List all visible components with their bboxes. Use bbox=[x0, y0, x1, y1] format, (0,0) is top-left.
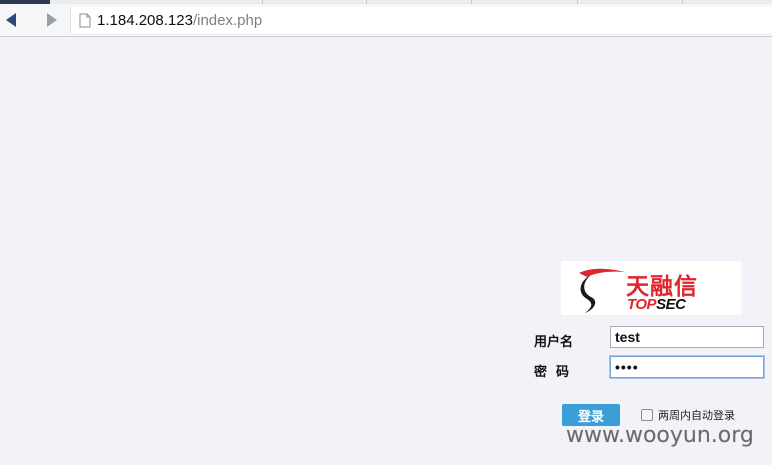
remember-checkbox[interactable] bbox=[641, 409, 653, 421]
url-text[interactable]: 1.184.208.123/index.php bbox=[97, 12, 262, 29]
watermark-text: www.wooyun.org bbox=[566, 423, 754, 448]
back-arrow-icon bbox=[6, 13, 16, 27]
url-host: 1.184.208.123 bbox=[97, 11, 193, 29]
forward-button[interactable] bbox=[42, 11, 62, 29]
page-viewport bbox=[0, 37, 772, 465]
page-icon bbox=[79, 13, 91, 27]
username-label: 用户名 bbox=[534, 335, 574, 350]
logo-english-text: TOPSEC bbox=[627, 296, 686, 313]
back-button[interactable] bbox=[1, 11, 21, 29]
browser-toolbar: 1.184.208.123/index.php bbox=[0, 4, 772, 37]
password-input[interactable]: •••• bbox=[610, 356, 764, 378]
forward-arrow-icon bbox=[47, 13, 57, 27]
url-path: /index.php bbox=[192, 11, 263, 29]
username-input[interactable] bbox=[610, 326, 764, 348]
address-bar[interactable]: 1.184.208.123/index.php bbox=[70, 7, 772, 33]
password-label: 密 码 bbox=[534, 365, 570, 380]
topsec-logo: 天融信 TOPSEC bbox=[561, 261, 741, 315]
remember-me[interactable]: 两周内自动登录 bbox=[641, 407, 735, 423]
remember-label: 两周内自动登录 bbox=[658, 409, 735, 422]
logo-top-text: TOP bbox=[627, 296, 657, 313]
swoosh-logo-icon bbox=[579, 268, 625, 313]
logo-sec-text: SEC bbox=[656, 296, 686, 313]
